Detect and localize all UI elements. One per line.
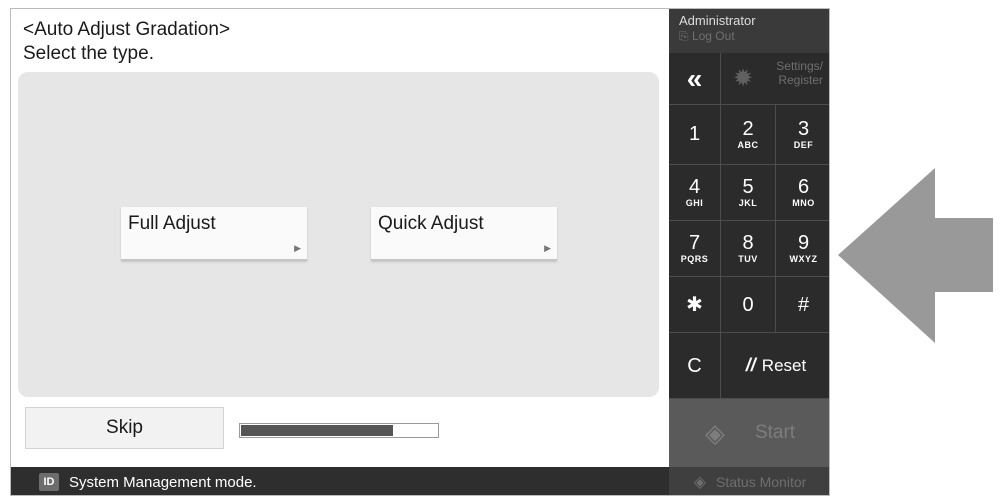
key-7[interactable]: 7 PQRS [669,221,721,277]
key-9[interactable]: 9 WXYZ [776,221,829,277]
full-adjust-label: Full Adjust [128,213,216,234]
key-letters: TUV [738,253,758,264]
reset-label: Reset [761,355,807,375]
key-digit: 1 [688,123,701,145]
key-digit: 9 [797,231,810,254]
key-8[interactable]: 8 TUV [721,221,776,277]
options-panel: Full Adjust ▶ Quick Adjust ▶ [18,72,659,397]
key-6[interactable]: 6 MNO [776,165,829,221]
back-button[interactable]: « [669,53,721,105]
key-1[interactable]: 1 [669,105,721,165]
status-monitor-icon: ◈ [693,474,707,491]
gear-icon: ✹ [733,65,754,92]
settings-register-label: Settings/ Register [763,59,823,87]
key-digit: 0 [742,293,754,316]
key-digit: 4 [688,175,701,198]
skip-button[interactable]: Skip [25,407,224,449]
key-letters: DEF [793,139,814,150]
key-letters: JKL [738,197,758,208]
device-screen: <Auto Adjust Gradation> Select the type.… [10,8,830,496]
settings-register-button[interactable]: ✹ Settings/ Register [721,53,829,105]
progress-bar [239,423,439,438]
key-digit: 5 [742,175,754,198]
key-letters: MNO [792,197,815,208]
key-letters: WXYZ [789,253,818,264]
key-0[interactable]: 0 [721,277,776,333]
settings-label-line1: Settings/ [776,59,823,73]
key-4[interactable]: 4 GHI [669,165,721,221]
logout-button[interactable]: ⎘ Log Out [679,29,735,43]
clear-button[interactable]: C [669,333,721,399]
key-2[interactable]: 2 ABC [721,105,776,165]
reset-icon: // [745,355,756,375]
status-monitor-label: Status Monitor [716,474,807,490]
key-letters: PQRS [680,253,709,264]
start-label: Start [754,422,796,443]
status-text: System Management mode. [69,473,257,491]
start-diamond-icon: ◈ [704,417,725,448]
caret-right-icon: ▶ [294,243,301,253]
key-digit: 6 [797,175,810,198]
double-chevron-left-icon: « [686,62,703,94]
key-digit: ✱ [686,293,703,316]
clear-label: C [687,354,702,377]
key-5[interactable]: 5 JKL [721,165,776,221]
side-panel: Administrator ⎘ Log Out « ✹ Settings/ Re… [669,9,829,495]
key-digit: 7 [688,231,701,254]
key-digit: # [797,293,810,316]
key-digit: 2 [742,117,754,140]
full-adjust-button[interactable]: Full Adjust ▶ [121,207,307,261]
quick-adjust-label: Quick Adjust [378,213,484,234]
user-name: Administrator [679,13,756,28]
page-subtitle: Select the type. [23,43,154,64]
key-3[interactable]: 3 DEF [776,105,829,165]
pointer-arrow-icon [838,168,993,343]
start-button[interactable]: ◈ Start [669,399,829,467]
key-letters: ABC [737,139,759,150]
settings-label-line2: Register [778,73,823,87]
quick-adjust-button[interactable]: Quick Adjust ▶ [371,207,557,261]
key-digit: 8 [742,231,754,254]
key-asterisk[interactable]: ✱ [669,277,721,333]
key-hash[interactable]: # [776,277,829,333]
logout-icon: ⎘ [679,29,689,43]
id-badge-icon: ID [39,473,59,491]
progress-fill [241,425,394,436]
page-title: <Auto Adjust Gradation> [23,19,231,40]
caret-right-icon: ▶ [544,243,551,253]
status-monitor-button[interactable]: ◈ Status Monitor [669,467,829,495]
key-digit: 3 [797,117,810,140]
reset-button[interactable]: // Reset [721,333,829,399]
key-letters: GHI [685,197,704,208]
main-area: <Auto Adjust Gradation> Select the type.… [11,9,669,495]
status-bar: ID System Management mode. [11,467,669,495]
logout-label: Log Out [691,29,735,43]
